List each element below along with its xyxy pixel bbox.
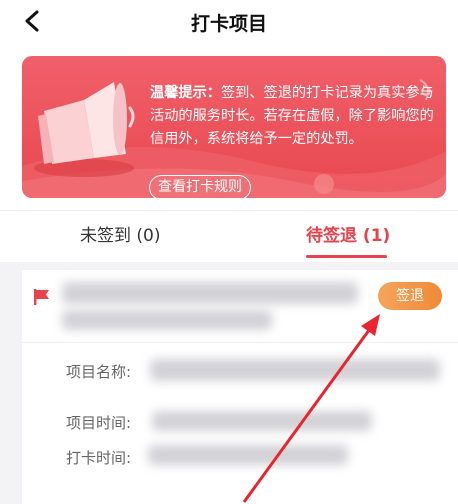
- record-title-redacted: [62, 282, 358, 304]
- project-time-label: 项目时间:: [66, 414, 132, 432]
- record-subtitle-redacted: [62, 310, 272, 330]
- page-title: 打卡项目: [190, 13, 267, 35]
- nav-bar: 打卡项目: [0, 0, 458, 44]
- active-tab-indicator: [306, 255, 387, 258]
- checkin-time-label: 打卡时间:: [66, 449, 132, 467]
- tip-prefix: 温馨提示：: [150, 85, 221, 101]
- project-name-redacted: [150, 359, 440, 381]
- signout-button[interactable]: 签退: [378, 282, 442, 310]
- flag-icon: [34, 289, 49, 305]
- checkin-time-redacted: [148, 445, 348, 465]
- tip-banner: 温馨提示：签到、签退的打卡记录为真实参与活动的服务时长。若存在虚假，除了影响您的…: [22, 56, 446, 198]
- project-name-label: 项目名称:: [66, 363, 132, 381]
- project-time-redacted: [152, 411, 372, 431]
- tab-bar: 未签到 (0) 待签退 (1): [0, 210, 458, 262]
- tab-pending-signout[interactable]: 待签退 (1): [306, 221, 390, 246]
- tip-text: 温馨提示：签到、签退的打卡记录为真实参与活动的服务时长。若存在虚假，除了影响您的…: [150, 82, 435, 151]
- divider: [22, 342, 458, 343]
- banner-section: 温馨提示：签到、签退的打卡记录为真实参与活动的服务时长。若存在虚假，除了影响您的…: [0, 44, 458, 210]
- view-rules-button[interactable]: 查看打卡规则: [149, 175, 251, 198]
- record-card: 签退 项目名称: 项目时间: 打卡时间:: [22, 270, 458, 504]
- tab-not-signed-in[interactable]: 未签到 (0): [80, 221, 160, 246]
